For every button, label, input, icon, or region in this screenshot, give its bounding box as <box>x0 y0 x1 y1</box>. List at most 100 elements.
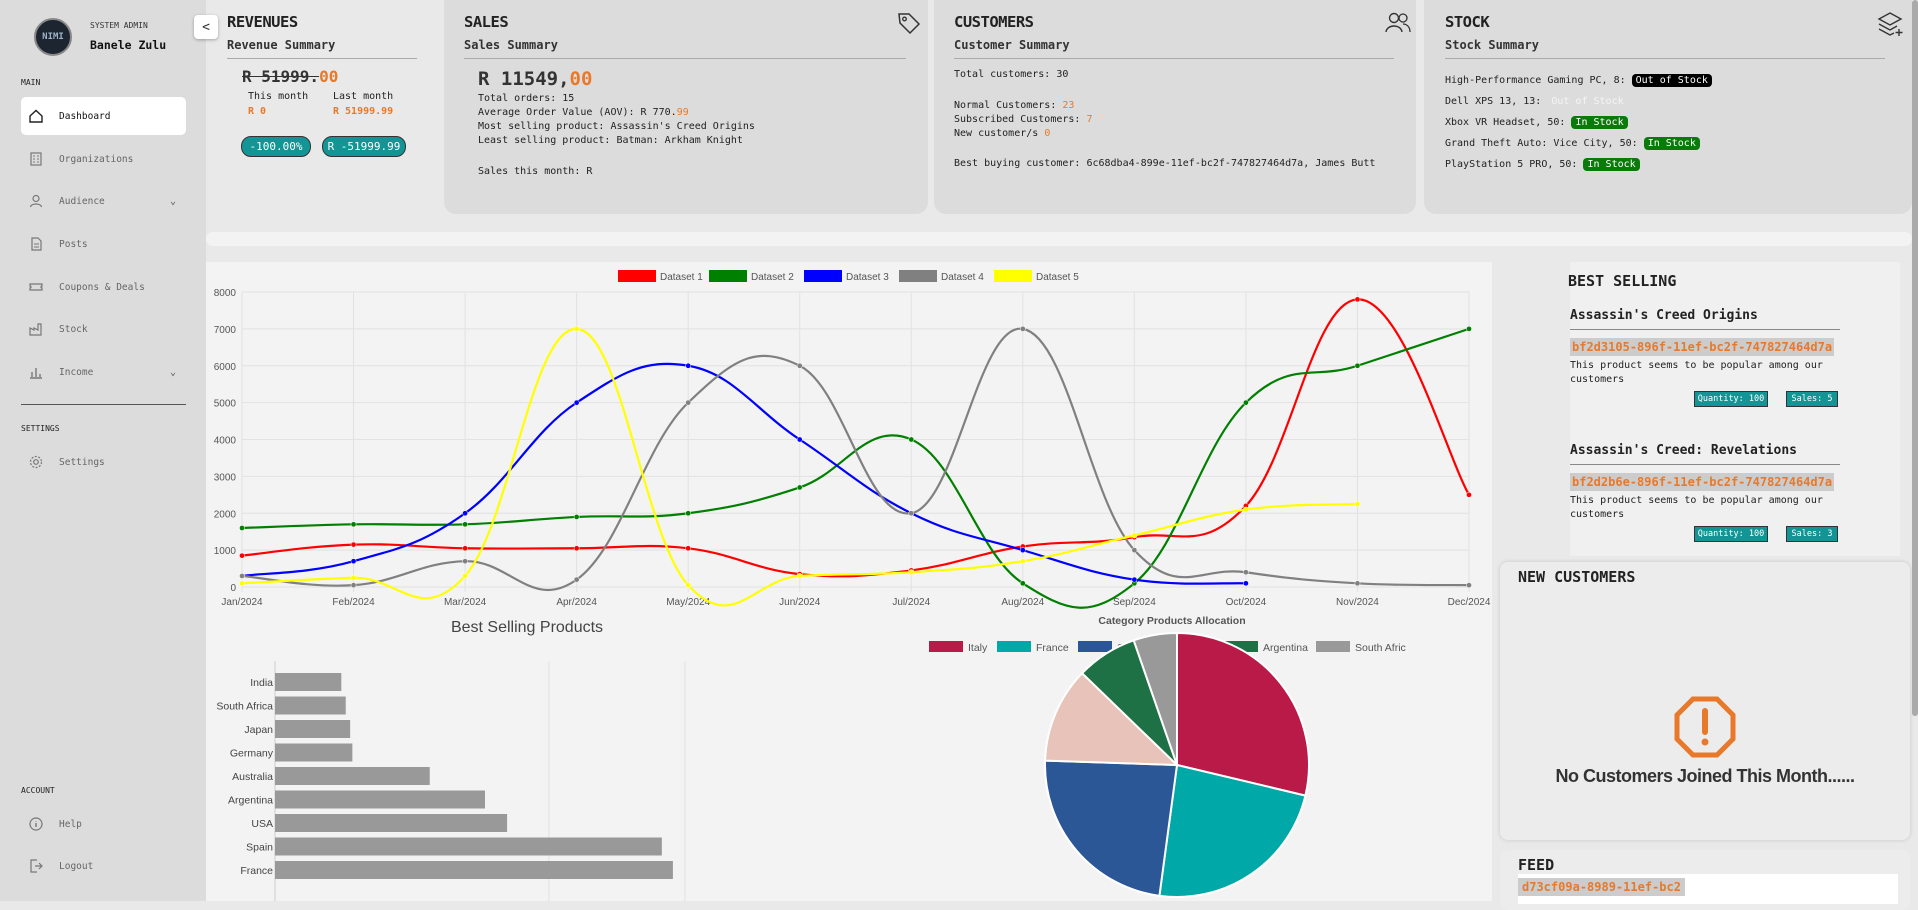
chevron-down-icon[interactable]: ⌄ <box>170 196 176 207</box>
feed-item[interactable]: d73cf09a-8989-11ef-bc2 <box>1518 874 1898 904</box>
data-point[interactable] <box>239 525 245 531</box>
collapse-sidebar-button[interactable]: < <box>194 15 218 39</box>
data-point[interactable] <box>462 510 468 517</box>
legend-swatch[interactable] <box>1078 641 1112 652</box>
data-point[interactable] <box>1466 326 1472 332</box>
data-point[interactable] <box>573 399 580 406</box>
legend-swatch[interactable] <box>899 270 937 282</box>
sidebar-item-coupons[interactable]: Coupons & Deals <box>21 268 186 306</box>
data-point[interactable] <box>796 484 803 491</box>
bar[interactable] <box>275 743 353 762</box>
bar[interactable] <box>275 790 485 809</box>
legend-label[interactable]: Dataset 4 <box>941 272 984 283</box>
pie-slice[interactable] <box>1044 759 1179 897</box>
legend-swatch[interactable] <box>1316 641 1350 652</box>
bar-category-label: USA <box>251 818 273 830</box>
legend-label[interactable]: Dataset 2 <box>751 272 794 283</box>
bar[interactable] <box>275 696 346 715</box>
vertical-scrollbar[interactable] <box>1912 0 1918 716</box>
data-point[interactable] <box>685 510 692 517</box>
legend-label[interactable]: Dataset 1 <box>660 272 703 283</box>
bar[interactable] <box>275 861 673 879</box>
data-point[interactable] <box>1131 547 1138 553</box>
data-point[interactable] <box>462 521 468 528</box>
data-point[interactable] <box>239 552 245 559</box>
legend-swatch[interactable] <box>709 270 747 282</box>
avatar[interactable]: NIMI <box>34 18 72 56</box>
sidebar-item-income[interactable]: Income ⌄ <box>21 353 186 391</box>
bar[interactable] <box>275 767 430 785</box>
data-point[interactable] <box>1019 558 1026 565</box>
data-point[interactable] <box>1243 580 1249 587</box>
legend-label[interactable]: Dataset 3 <box>846 272 889 283</box>
data-point[interactable] <box>908 569 915 576</box>
legend-label[interactable]: Dataset 5 <box>1036 272 1079 283</box>
data-point[interactable] <box>573 326 580 332</box>
data-point[interactable] <box>685 399 692 406</box>
sidebar-item-audience[interactable]: Audience ⌄ <box>21 182 186 220</box>
data-point[interactable] <box>1466 491 1472 498</box>
data-point[interactable] <box>796 436 803 443</box>
sidebar-item-organizations[interactable]: Organizations <box>21 140 186 178</box>
data-point[interactable] <box>350 558 357 565</box>
data-point[interactable] <box>239 573 245 579</box>
data-point[interactable] <box>1243 399 1249 406</box>
layers-add-icon[interactable] <box>1876 10 1903 36</box>
data-point[interactable] <box>796 573 803 579</box>
data-point[interactable] <box>1131 576 1138 583</box>
legend-swatch[interactable] <box>929 641 963 652</box>
data-point[interactable] <box>1019 547 1026 553</box>
sidebar-item-help[interactable]: Help <box>21 805 186 843</box>
data-point[interactable] <box>1019 326 1026 332</box>
data-point[interactable] <box>1466 582 1472 589</box>
total-orders: Total orders: 15 <box>478 93 575 104</box>
sidebar-item-stock[interactable]: Stock <box>21 310 186 348</box>
sidebar-item-settings[interactable]: Settings <box>21 443 186 481</box>
sidebar-item-dashboard[interactable]: Dashboard <box>21 97 186 135</box>
data-point[interactable] <box>462 558 468 565</box>
data-point[interactable] <box>1243 506 1249 513</box>
bar[interactable] <box>275 837 662 856</box>
best-selling-product[interactable]: Assassin's Creed Origins bf2d3105-896f-1… <box>1570 308 1840 387</box>
legend-swatch[interactable] <box>618 270 656 282</box>
data-point[interactable] <box>462 545 468 552</box>
data-point[interactable] <box>685 545 692 552</box>
bar[interactable] <box>275 720 351 738</box>
legend-label[interactable]: South Africa <box>1355 642 1406 654</box>
data-point[interactable] <box>1354 501 1361 507</box>
data-point[interactable] <box>1354 362 1361 369</box>
data-point[interactable] <box>796 362 803 369</box>
new-customers-title: NEW CUSTOMERS <box>1518 568 1636 586</box>
data-point[interactable] <box>685 582 692 589</box>
legend-label[interactable]: Italy <box>968 642 988 654</box>
bar[interactable] <box>275 814 508 832</box>
data-point[interactable] <box>1019 580 1026 587</box>
data-point[interactable] <box>1354 580 1361 587</box>
chevron-down-icon[interactable]: ⌄ <box>170 367 176 378</box>
data-point[interactable] <box>350 541 357 548</box>
legend-label[interactable]: Argentina <box>1263 642 1308 654</box>
horizontal-scrollbar[interactable] <box>206 232 1912 246</box>
data-point[interactable] <box>239 580 245 587</box>
legend-swatch[interactable] <box>997 641 1031 652</box>
data-point[interactable] <box>685 362 692 369</box>
legend-swatch[interactable] <box>804 270 842 282</box>
data-point[interactable] <box>462 573 468 579</box>
data-point[interactable] <box>1131 532 1138 539</box>
sidebar-item-posts[interactable]: Posts <box>21 225 186 263</box>
data-point[interactable] <box>908 510 915 517</box>
data-point[interactable] <box>573 576 580 583</box>
best-selling-product[interactable]: Assassin's Creed: Revelations bf2d2b6e-8… <box>1570 443 1840 522</box>
legend-swatch[interactable] <box>994 270 1032 282</box>
data-point[interactable] <box>350 582 357 589</box>
data-point[interactable] <box>573 514 580 520</box>
data-point[interactable] <box>350 521 357 528</box>
data-point[interactable] <box>908 436 915 443</box>
bar[interactable] <box>275 673 342 691</box>
sidebar-item-logout[interactable]: Logout <box>21 847 186 885</box>
data-point[interactable] <box>1243 569 1249 576</box>
data-point[interactable] <box>1354 296 1361 303</box>
data-point[interactable] <box>573 545 580 552</box>
data-point[interactable] <box>350 574 357 581</box>
legend-label[interactable]: France <box>1036 642 1069 654</box>
